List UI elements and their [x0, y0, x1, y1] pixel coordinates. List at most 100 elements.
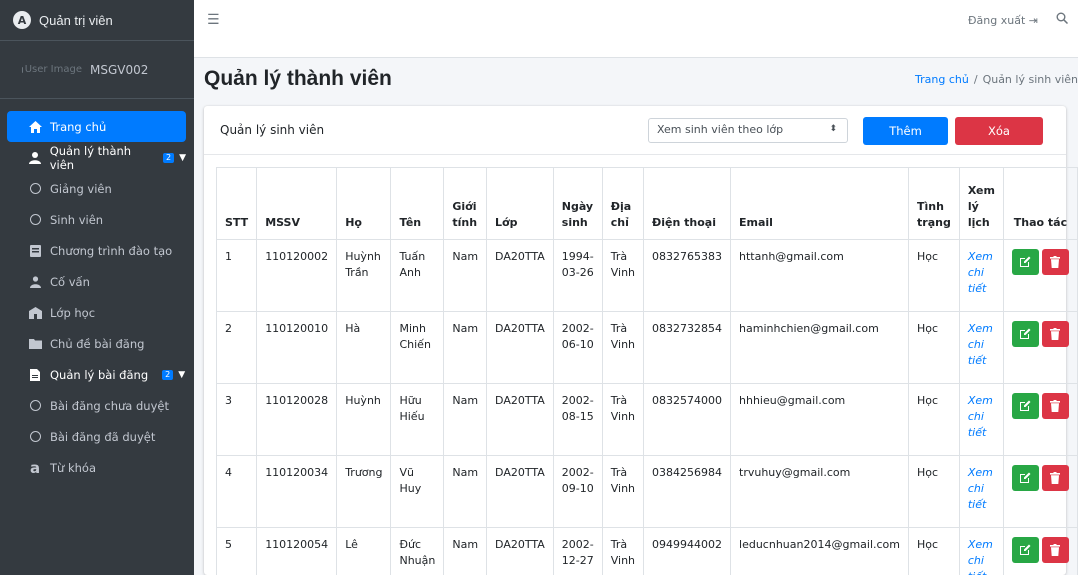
cell-status: Học	[908, 239, 960, 312]
edit-icon	[1020, 544, 1031, 555]
cell-gender: Nam	[443, 311, 488, 384]
delete-row-button[interactable]	[1041, 321, 1069, 347]
cell-class: DA20TTA	[486, 239, 554, 312]
column-header: Địa chỉ	[601, 167, 645, 240]
cell-mssv: 110120002	[256, 239, 338, 312]
sidebar-item-pending-posts[interactable]: Bài đăng chưa duyệt	[7, 390, 186, 421]
view-profile-link[interactable]: Xem chi tiết	[958, 311, 1004, 384]
file-icon	[27, 368, 43, 381]
edit-button[interactable]	[1011, 393, 1039, 419]
delete-row-button[interactable]	[1041, 465, 1069, 491]
table-row: 5 110120054 Lê Đức Nhuận Nam DA20TTA 200…	[215, 527, 1078, 575]
view-profile-link[interactable]: Xem chi tiết	[958, 383, 1004, 456]
delete-row-button[interactable]	[1041, 393, 1069, 419]
cell-stt: 2	[215, 311, 258, 384]
sidebar-item-curriculum[interactable]: Chương trình đào tạo	[7, 235, 186, 266]
sidebar-item-label: Giảng viên	[50, 181, 112, 196]
view-profile-link[interactable]: Xem chi tiết	[958, 239, 1004, 312]
cell-stt: 3	[215, 383, 258, 456]
count-badge: 2	[162, 369, 174, 380]
cell-status: Học	[908, 527, 960, 575]
sidebar-item-post-management[interactable]: Quản lý bài đăng 2 ▼	[7, 359, 186, 390]
edit-icon	[1020, 472, 1031, 483]
breadcrumb: Trang chủ / Quản lý sinh viên	[915, 73, 1078, 86]
sidebar-item-member-management[interactable]: Quản lý thành viên 2 ▼	[7, 142, 186, 173]
delete-row-button[interactable]	[1041, 249, 1069, 275]
view-profile-link[interactable]: Xem chi tiết	[958, 455, 1004, 528]
students-card: Quản lý sinh viên Xem sinh viên theo lớp…	[204, 106, 1078, 575]
cell-birthdate: 1994-03-26	[552, 239, 603, 312]
sidebar-item-label: Quản lý bài đăng	[50, 367, 149, 382]
sidebar-item-label: Từ khóa	[50, 460, 96, 475]
cell-address: Trà Vinh	[601, 527, 645, 575]
column-header: Email	[730, 167, 910, 240]
view-profile-link[interactable]: Xem chi tiết	[958, 527, 1004, 575]
sidebar-item-label: Chương trình đào tạo	[50, 243, 173, 258]
user-panel[interactable]: User Image MSGV002	[0, 41, 194, 99]
school-icon	[27, 306, 43, 319]
cell-email: hhhieu@gmail.com	[730, 383, 910, 456]
breadcrumb-home-link[interactable]: Trang chủ	[915, 73, 969, 86]
delete-row-button[interactable]	[1041, 537, 1069, 563]
sidebar-item-approved-posts[interactable]: Bài đăng đã duyệt	[7, 421, 186, 452]
cell-gender: Nam	[443, 455, 488, 528]
table-row: 4 110120034 Trương Vũ Huy Nam DA20TTA 20…	[215, 455, 1078, 528]
sidebar-nav: Trang chủ Quản lý thành viên 2 ▼ Giảng v…	[0, 99, 194, 483]
sidebar-item-home[interactable]: Trang chủ	[7, 111, 186, 142]
cell-phone: 0832574000	[643, 383, 732, 456]
users-icon	[27, 275, 43, 288]
brand-link[interactable]: A Quản trị viên	[0, 0, 194, 41]
home-icon	[27, 120, 43, 133]
table-row: 3 110120028 Huỳnh Hữu Hiếu Nam DA20TTA 2…	[215, 383, 1078, 456]
breadcrumb-separator: /	[973, 73, 978, 86]
cell-actions	[1002, 455, 1078, 528]
cell-phone: 0384256984	[643, 455, 732, 528]
column-header: Tên	[390, 167, 445, 240]
breadcrumb-current: Quản lý sinh viên	[982, 73, 1078, 86]
sidebar-item-post-topics[interactable]: Chủ đề bài đăng	[7, 328, 186, 359]
column-header: Thao tác	[1002, 167, 1078, 240]
delete-button[interactable]: Xóa	[955, 117, 1043, 145]
cell-birthdate: 2002-09-10	[552, 455, 603, 528]
table-row: 1 110120002 Huỳnh Trần Tuấn Anh Nam DA20…	[215, 239, 1078, 312]
cell-stt: 1	[215, 239, 258, 312]
menu-icon[interactable]: ☰	[207, 12, 220, 28]
cell-stt: 4	[215, 455, 258, 528]
cell-mssv: 110120028	[256, 383, 338, 456]
cell-mssv: 110120054	[256, 527, 338, 575]
edit-button[interactable]	[1011, 465, 1039, 491]
edit-button[interactable]	[1011, 321, 1039, 347]
cell-birthdate: 2002-08-15	[552, 383, 603, 456]
cell-mssv: 110120034	[256, 455, 338, 528]
cell-class: DA20TTA	[486, 455, 554, 528]
brand-logo: A	[13, 11, 31, 29]
sidebar-item-classes[interactable]: Lớp học	[7, 297, 186, 328]
sidebar-item-lecturers[interactable]: Giảng viên	[7, 173, 186, 204]
search-icon[interactable]	[1056, 12, 1069, 28]
cell-email: haminhchien@gmail.com	[730, 311, 910, 384]
edit-icon	[1020, 328, 1031, 339]
class-filter-select[interactable]: Xem sinh viên theo lớp ⬍	[648, 118, 848, 143]
edit-button[interactable]	[1011, 249, 1039, 275]
sidebar-item-label: Bài đăng đã duyệt	[50, 429, 156, 444]
edit-icon	[1020, 400, 1031, 411]
table-header-row: STT MSSV Họ Tên Giới tính Lớp Ngày sinh …	[215, 167, 1078, 240]
cell-last-name: Lê	[336, 527, 392, 575]
cell-email: trvuhuy@gmail.com	[730, 455, 910, 528]
add-button[interactable]: Thêm	[863, 117, 948, 145]
sidebar-item-advisors[interactable]: Cố vấn	[7, 266, 186, 297]
students-table: STT MSSV Họ Tên Giới tính Lớp Ngày sinh …	[215, 167, 1078, 575]
broken-image-icon	[22, 66, 23, 73]
sidebar-item-keywords[interactable]: a Từ khóa	[7, 452, 186, 483]
edit-button[interactable]	[1011, 537, 1039, 563]
column-header: Ngày sinh	[552, 167, 603, 240]
logout-link[interactable]: Đăng xuất ⇥	[968, 14, 1038, 27]
cell-email: httanh@gmail.com	[730, 239, 910, 312]
cell-address: Trà Vinh	[601, 383, 645, 456]
cell-email: leducnhuan2014@gmail.com	[730, 527, 910, 575]
cell-birthdate: 2002-06-10	[552, 311, 603, 384]
cell-mssv: 110120010	[256, 311, 338, 384]
cell-actions	[1002, 383, 1078, 456]
sidebar-item-students[interactable]: Sinh viên	[7, 204, 186, 235]
cell-last-name: Huỳnh Trần	[336, 239, 392, 312]
